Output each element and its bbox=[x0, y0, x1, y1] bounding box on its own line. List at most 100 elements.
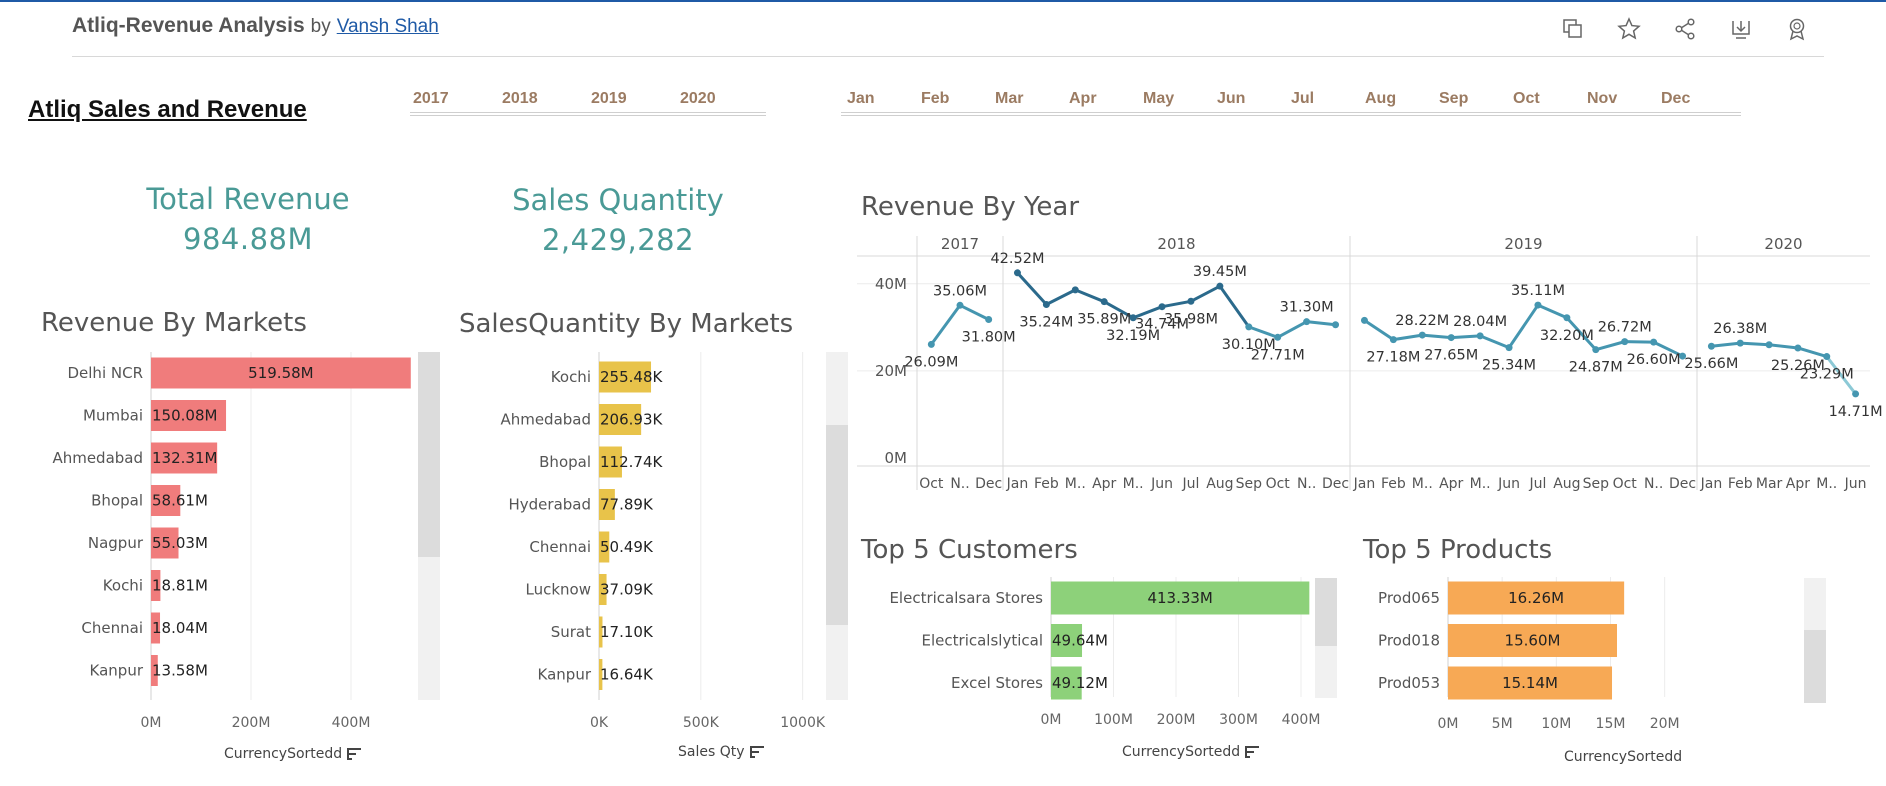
data-point bbox=[1360, 316, 1368, 324]
star-icon[interactable] bbox=[1614, 14, 1644, 44]
month-tick-label: Dec bbox=[975, 476, 1002, 492]
category-label: Delhi NCR bbox=[67, 364, 143, 382]
data-label: 150.08M bbox=[152, 407, 217, 425]
year-filter-item[interactable]: 2020 bbox=[677, 90, 766, 108]
category-label: Prod053 bbox=[1378, 674, 1440, 692]
month-filter-item[interactable]: Feb bbox=[915, 90, 989, 108]
top-border bbox=[0, 0, 1886, 2]
series-line bbox=[1160, 299, 1193, 309]
month-tick-label: Oct bbox=[1613, 476, 1638, 492]
month-filter-item[interactable]: Nov bbox=[1581, 90, 1655, 108]
series-line bbox=[1362, 318, 1395, 342]
data-point bbox=[1216, 282, 1224, 290]
month-filter-item[interactable]: Jan bbox=[841, 90, 915, 108]
qty-markets-axis-title: Sales Qty bbox=[678, 744, 764, 760]
author-link[interactable]: Vansh Shah bbox=[337, 16, 439, 38]
duplicate-icon[interactable] bbox=[1558, 14, 1588, 44]
data-point bbox=[1707, 342, 1715, 350]
sort-icon[interactable] bbox=[749, 746, 764, 758]
kpi-value: 2,429,282 bbox=[541, 223, 695, 257]
month-tick-label: Oct bbox=[1266, 476, 1291, 492]
month-filter-item[interactable]: Sep bbox=[1433, 90, 1507, 108]
customers-scrollbar[interactable] bbox=[1315, 578, 1337, 698]
scroll-thumb[interactable] bbox=[826, 425, 848, 625]
qty-markets-scrollbar[interactable] bbox=[826, 352, 848, 700]
month-tick-label: Jun bbox=[1844, 476, 1867, 492]
top-products-title: Top 5 Products bbox=[1363, 535, 1553, 565]
axis-title-text: Sales Qty bbox=[678, 744, 745, 760]
data-label: 112.74K bbox=[600, 453, 663, 471]
data-label: 26.38M bbox=[1713, 321, 1767, 337]
x-tick-label: 0M bbox=[141, 715, 162, 731]
by-label: by bbox=[310, 16, 331, 37]
download-icon[interactable] bbox=[1726, 14, 1756, 44]
month-tick-label: Jun bbox=[1497, 476, 1520, 492]
data-label: 26.72M bbox=[1598, 320, 1652, 336]
month-filter-item[interactable]: Jul bbox=[1285, 90, 1359, 108]
series-line bbox=[1276, 320, 1309, 339]
data-point bbox=[1332, 321, 1340, 329]
x-tick-label: 400M bbox=[1282, 712, 1321, 728]
x-tick-label: 0K bbox=[590, 715, 609, 731]
data-label: 17.10K bbox=[600, 623, 654, 641]
category-label: Excel Stores bbox=[951, 674, 1043, 692]
top-products-chart: 0M 5M 10M 15M 20M Prod065 16.26M Prod018 15.60M P… bbox=[1378, 577, 1680, 732]
data-point bbox=[1042, 301, 1050, 309]
data-point bbox=[1447, 334, 1455, 342]
month-filter-item[interactable]: Mar bbox=[989, 90, 1063, 108]
rev-markets-axis-title: CurrencySortedd bbox=[224, 746, 362, 762]
year-filter-item[interactable]: 2017 bbox=[410, 90, 499, 108]
month-filter-item[interactable]: Jun bbox=[1211, 90, 1285, 108]
scroll-thumb[interactable] bbox=[1804, 630, 1826, 703]
data-label: 55.03M bbox=[152, 534, 208, 552]
data-point bbox=[1274, 333, 1282, 341]
data-label: 255.48K bbox=[600, 368, 663, 386]
y-tick-label: 40M bbox=[875, 275, 907, 293]
data-point bbox=[1418, 331, 1426, 339]
category-label: Ahmedabad bbox=[500, 411, 591, 429]
series-line bbox=[1478, 334, 1511, 350]
data-point bbox=[1563, 314, 1571, 322]
month-filter-item[interactable]: Apr bbox=[1063, 90, 1137, 108]
month-filter-item[interactable]: May bbox=[1137, 90, 1211, 108]
data-label: 31.30M bbox=[1280, 300, 1334, 316]
x-tick-label: 500K bbox=[683, 715, 720, 731]
sort-icon[interactable] bbox=[1245, 746, 1260, 758]
scroll-thumb[interactable] bbox=[1315, 578, 1337, 646]
series-line bbox=[1044, 288, 1077, 307]
category-label: Kanpur bbox=[90, 662, 144, 680]
products-axis-title: CurrencySortedd bbox=[1564, 749, 1682, 765]
header-divider bbox=[72, 56, 1824, 57]
data-label: 26.60M bbox=[1627, 352, 1681, 368]
data-point bbox=[1823, 353, 1831, 361]
sort-icon[interactable] bbox=[347, 748, 362, 760]
category-label: Bhopal bbox=[539, 453, 591, 471]
x-tick-label: 0M bbox=[1438, 716, 1459, 732]
month-filter-item[interactable]: Oct bbox=[1507, 90, 1581, 108]
data-label: 77.89K bbox=[600, 496, 654, 514]
rev-markets-scrollbar[interactable] bbox=[418, 352, 440, 700]
month-filter: Jan Feb Mar Apr May Jun Jul Aug Sep Oct … bbox=[841, 90, 1741, 116]
month-tick-label: Apr bbox=[1439, 476, 1463, 492]
data-point bbox=[1650, 338, 1658, 346]
series-line bbox=[1623, 340, 1656, 344]
workbook-title: Atliq-Revenue Analysis bbox=[72, 14, 305, 37]
year-filter-item[interactable]: 2018 bbox=[499, 90, 588, 108]
year-filter: 2017 2018 2019 2020 bbox=[410, 90, 766, 116]
share-icon[interactable] bbox=[1670, 14, 1700, 44]
data-label: 15.14M bbox=[1502, 674, 1558, 692]
series-line bbox=[1218, 284, 1251, 329]
data-label: 23.29M bbox=[1800, 367, 1854, 383]
category-label: Ahmedabad bbox=[52, 449, 143, 467]
products-scrollbar[interactable] bbox=[1804, 578, 1826, 703]
scroll-thumb[interactable] bbox=[418, 352, 440, 557]
data-label: 16.26M bbox=[1508, 589, 1564, 607]
month-filter-item[interactable]: Aug bbox=[1359, 90, 1433, 108]
data-label: 18.81M bbox=[152, 577, 208, 595]
month-filter-item[interactable]: Dec bbox=[1655, 90, 1729, 108]
badge-icon[interactable] bbox=[1782, 14, 1812, 44]
year-filter-item[interactable]: 2019 bbox=[588, 90, 677, 108]
series-line bbox=[1796, 346, 1829, 359]
series-line bbox=[1015, 271, 1048, 307]
category-label: Nagpur bbox=[88, 534, 144, 552]
